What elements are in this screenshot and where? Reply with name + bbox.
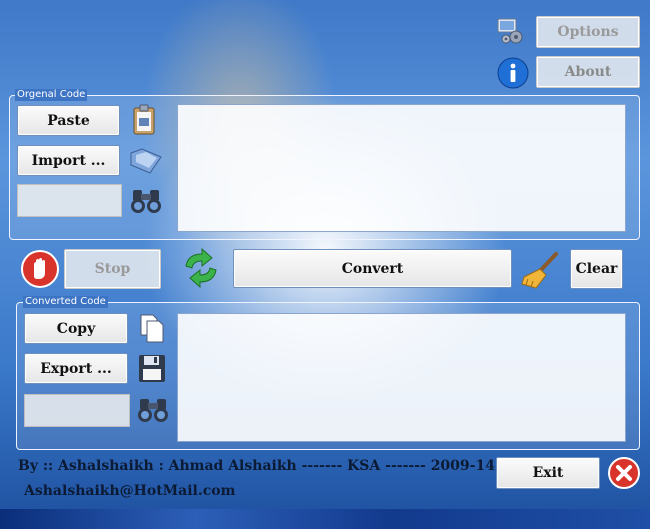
convert-button[interactable]: Convert [233, 249, 512, 288]
converted-search-input[interactable] [24, 394, 130, 427]
stop-hand-icon [20, 249, 60, 289]
floppy-disk-icon [137, 353, 167, 384]
email-text: Ashalshaikh@HotMail.com [24, 483, 236, 499]
export-button[interactable]: Export ... [24, 353, 128, 384]
copy-button[interactable]: Copy [24, 313, 128, 344]
original-search-input[interactable] [17, 184, 122, 217]
clipboard-icon [132, 104, 158, 136]
exit-button[interactable]: Exit [496, 457, 600, 489]
copy-pages-icon [138, 313, 166, 344]
binoculars-icon[interactable] [129, 187, 163, 215]
refresh-arrows-icon [180, 248, 222, 288]
converted-code-group-label: Converted Code [23, 296, 108, 308]
folder-import-icon [128, 145, 164, 177]
stop-button[interactable]: Stop [64, 249, 161, 289]
options-button[interactable]: Options [536, 16, 640, 48]
clear-button[interactable]: Clear [570, 249, 623, 289]
paste-button[interactable]: Paste [17, 105, 120, 136]
about-button[interactable]: About [536, 56, 640, 88]
converted-code-textarea[interactable] [177, 313, 626, 442]
close-icon[interactable] [607, 456, 641, 490]
info-icon [497, 57, 529, 89]
original-code-group-label: Orgenal Code [15, 89, 88, 101]
taskbar-strip [0, 509, 650, 529]
broom-icon [520, 251, 562, 289]
credit-text: By :: Ashalshaikh : Ahmad Alshaikh -----… [18, 458, 515, 474]
original-code-textarea[interactable] [177, 104, 626, 232]
import-button[interactable]: Import ... [17, 145, 120, 176]
gears-icon [496, 16, 528, 46]
binoculars-icon[interactable] [136, 396, 170, 424]
